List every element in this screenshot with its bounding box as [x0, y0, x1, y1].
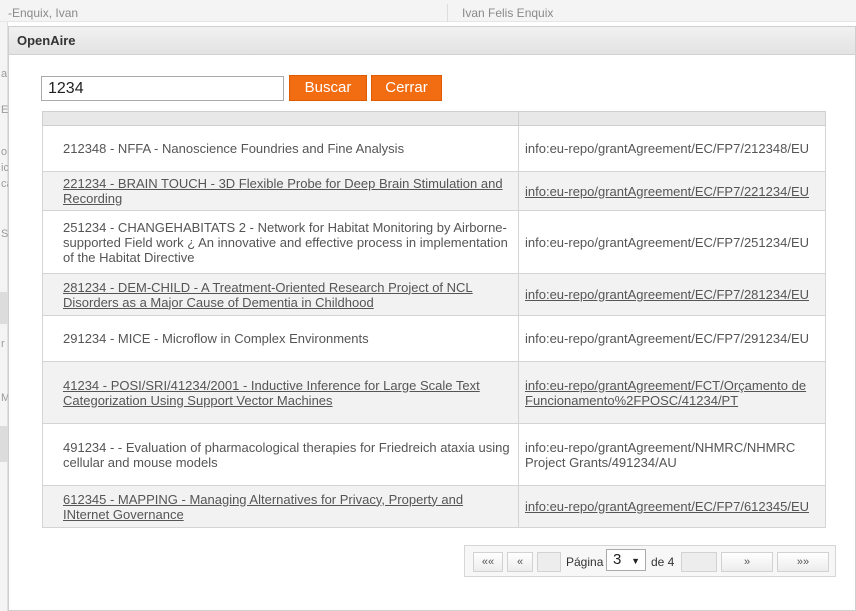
search-input[interactable]	[41, 76, 284, 101]
table-row[interactable]: 291234 - MICE - Microflow in Complex Env…	[42, 315, 826, 362]
background-name-right: Ivan Felis Enquix	[462, 6, 554, 20]
background-name-left: -Enquix, Ivan	[8, 6, 79, 20]
background-block	[0, 292, 8, 324]
results-table: 212348 - NFFA - Nanoscience Foundries an…	[42, 111, 826, 528]
project-uri-link[interactable]: info:eu-repo/grantAgreement/EC/FP7/28123…	[525, 287, 809, 302]
dialog-title: OpenAire	[9, 27, 855, 55]
project-title-link[interactable]: 612345 - MAPPING - Managing Alternatives…	[63, 492, 463, 522]
project-title-link[interactable]: 41234 - POSI/SRI/41234/2001 - Inductive …	[63, 378, 480, 408]
close-button[interactable]: Cerrar	[371, 75, 442, 101]
background-fragment: o	[1, 146, 8, 158]
table-row[interactable]: 251234 - CHANGEHABITATS 2 - Network for …	[42, 210, 826, 274]
project-uri-link[interactable]: info:eu-repo/grantAgreement/EC/FP7/61234…	[525, 499, 809, 514]
prev-page-button[interactable]: «	[507, 552, 533, 572]
table-row[interactable]: 281234 - DEM-CHILD - A Treatment-Oriente…	[42, 273, 826, 316]
search-button[interactable]: Buscar	[289, 75, 367, 101]
column-header-uri	[518, 111, 826, 126]
pager-separator	[537, 552, 561, 572]
project-uri[interactable]: info:eu-repo/grantAgreement/EC/FP7/29123…	[518, 315, 826, 362]
table-row[interactable]: 221234 - BRAIN TOUCH - 3D Flexible Probe…	[42, 171, 826, 211]
table-row[interactable]: 491234 - - Evaluation of pharmacological…	[42, 423, 826, 486]
project-uri-link[interactable]: info:eu-repo/grantAgreement/FCT/Orçament…	[525, 378, 806, 408]
background-sidebar: a E o ic ca Sc r M	[0, 22, 14, 611]
project-title[interactable]: 251234 - CHANGEHABITATS 2 - Network for …	[42, 210, 519, 274]
current-page-value: 3	[613, 551, 622, 568]
chevron-down-icon: ▼	[631, 556, 640, 566]
table-row[interactable]: 612345 - MAPPING - Managing Alternatives…	[42, 485, 826, 528]
background-fragment: a	[1, 68, 8, 80]
pager-separator	[681, 552, 717, 572]
last-page-button[interactable]: »»	[777, 552, 829, 572]
background-header: -Enquix, Ivan Ivan Felis Enquix	[0, 0, 856, 22]
page-select[interactable]: 3 ▼	[606, 549, 646, 571]
project-uri[interactable]: info:eu-repo/grantAgreement/EC/FP7/25123…	[518, 210, 826, 274]
openaire-dialog: OpenAire Buscar Cerrar 212348 - NFFA - N…	[8, 26, 856, 611]
project-uri-link[interactable]: info:eu-repo/grantAgreement/EC/FP7/22123…	[525, 184, 809, 199]
table-header-row	[42, 111, 826, 126]
project-uri[interactable]: info:eu-repo/grantAgreement/EC/FP7/21234…	[518, 125, 826, 172]
column-header-title	[42, 111, 519, 126]
next-page-button[interactable]: »	[721, 552, 773, 572]
background-block	[0, 426, 8, 462]
first-page-button[interactable]: ««	[473, 552, 503, 572]
project-title-link[interactable]: 221234 - BRAIN TOUCH - 3D Flexible Probe…	[63, 176, 503, 206]
project-title[interactable]: 212348 - NFFA - Nanoscience Foundries an…	[42, 125, 519, 172]
table-row[interactable]: 212348 - NFFA - Nanoscience Foundries an…	[42, 125, 826, 172]
background-divider	[447, 4, 448, 22]
project-title[interactable]: 491234 - - Evaluation of pharmacological…	[42, 423, 519, 486]
project-title-link[interactable]: 281234 - DEM-CHILD - A Treatment-Oriente…	[63, 280, 473, 310]
page-label: Página	[566, 555, 604, 569]
project-title[interactable]: 291234 - MICE - Microflow in Complex Env…	[42, 315, 519, 362]
background-fragment: r	[1, 338, 5, 350]
table-row[interactable]: 41234 - POSI/SRI/41234/2001 - Inductive …	[42, 361, 826, 424]
page-count-label: de 4	[651, 555, 675, 569]
project-uri[interactable]: info:eu-repo/grantAgreement/NHMRC/NHMRC …	[518, 423, 826, 486]
pagination: «« « Página 3 ▼ de 4 » »»	[464, 545, 836, 577]
